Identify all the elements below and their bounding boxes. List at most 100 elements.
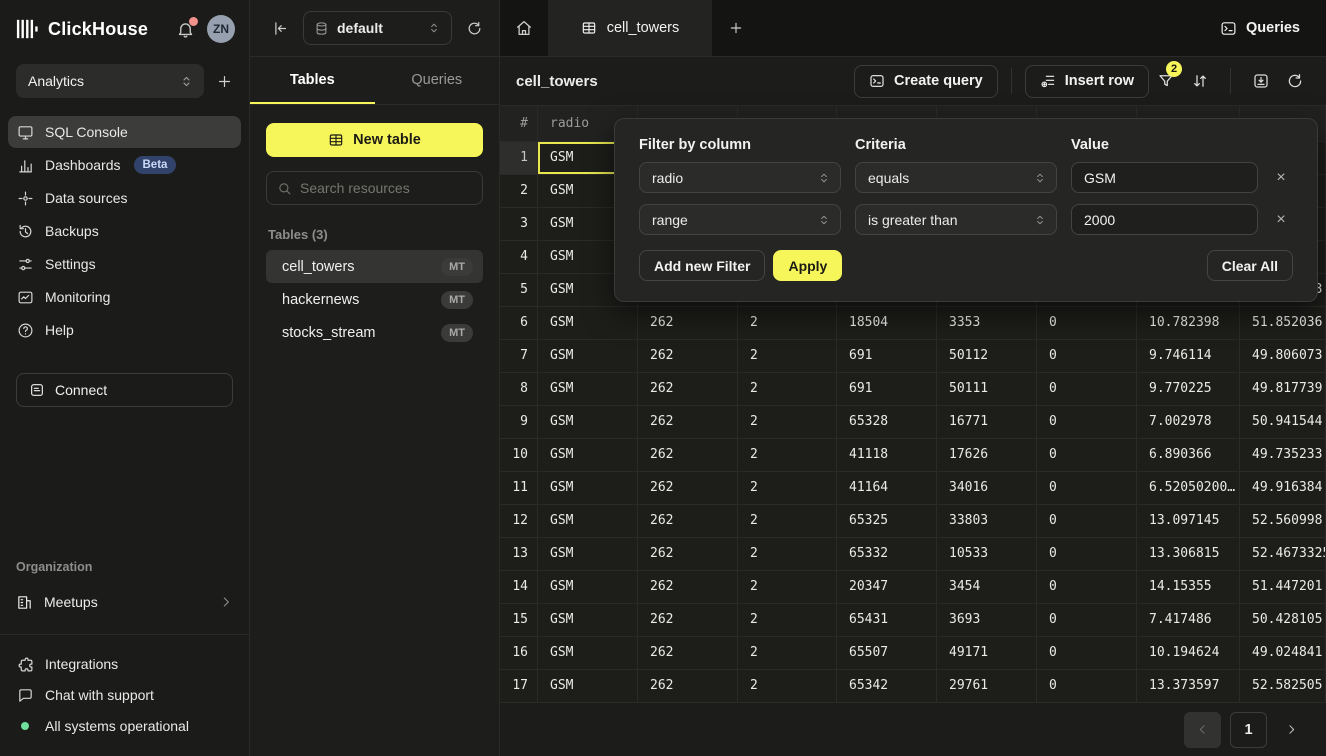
cell[interactable]: 34016 [937, 472, 1037, 505]
sidebar-item-chat-support[interactable]: Chat with support [16, 680, 233, 710]
sidebar-item-dashboards[interactable]: Dashboards Beta [8, 149, 241, 181]
cell[interactable]: 29761 [937, 670, 1037, 702]
cell[interactable]: 0 [1037, 505, 1137, 538]
table-list-item[interactable]: hackernews MT [266, 283, 483, 316]
cell[interactable]: 0 [1037, 571, 1137, 604]
add-filter-button[interactable]: Add new Filter [639, 250, 765, 281]
cell[interactable]: 3693 [937, 604, 1037, 637]
cell[interactable]: 65325 [837, 505, 937, 538]
cell[interactable]: 50.428105 [1240, 604, 1326, 637]
cell[interactable]: 18504 [837, 307, 937, 340]
cell[interactable]: 6.890366 [1137, 439, 1240, 472]
cell[interactable]: 2 [738, 571, 837, 604]
cell[interactable]: GSM [538, 340, 638, 373]
cell[interactable]: GSM [538, 637, 638, 670]
cell[interactable]: 2 [738, 670, 837, 702]
cell[interactable]: 2 [738, 604, 837, 637]
cell[interactable]: 262 [638, 538, 738, 571]
cell[interactable]: 49171 [937, 637, 1037, 670]
cell[interactable]: 33803 [937, 505, 1037, 538]
table-list-item[interactable]: cell_towers MT [266, 250, 483, 283]
sidebar-item-integrations[interactable]: Integrations [16, 649, 233, 679]
cell[interactable]: 9.770225 [1137, 373, 1240, 406]
home-button[interactable] [500, 0, 548, 56]
cell[interactable]: 7.002978 [1137, 406, 1240, 439]
cell[interactable]: GSM [538, 472, 638, 505]
cell[interactable]: 20347 [837, 571, 937, 604]
cell[interactable]: 262 [638, 340, 738, 373]
cell[interactable]: 13.373597 [1137, 670, 1240, 702]
add-workspace-button[interactable] [216, 73, 233, 90]
tab-tables[interactable]: Tables [250, 57, 375, 104]
sidebar-item-sql-console[interactable]: SQL Console [8, 116, 241, 148]
cell[interactable]: 691 [837, 373, 937, 406]
cell[interactable]: 52.582505 [1240, 670, 1326, 702]
cell[interactable]: 41164 [837, 472, 937, 505]
filter-value-input[interactable] [1071, 162, 1258, 193]
new-tab-button[interactable] [712, 0, 760, 56]
cell[interactable]: 691 [837, 340, 937, 373]
cell[interactable]: 10533 [937, 538, 1037, 571]
cell[interactable]: 65328 [837, 406, 937, 439]
cell[interactable]: GSM [538, 505, 638, 538]
cell[interactable]: 65332 [837, 538, 937, 571]
cell[interactable]: 0 [1037, 472, 1137, 505]
cell[interactable]: 6.52050200… [1137, 472, 1240, 505]
new-table-button[interactable]: New table [266, 123, 483, 157]
cell[interactable]: 0 [1037, 538, 1137, 571]
cell[interactable]: 2 [738, 406, 837, 439]
cell[interactable]: 0 [1037, 406, 1137, 439]
next-page-button[interactable] [1276, 712, 1306, 748]
queries-button[interactable]: Queries [1194, 0, 1326, 56]
cell[interactable]: 50112 [937, 340, 1037, 373]
cell[interactable]: 0 [1037, 637, 1137, 670]
cell[interactable]: 65507 [837, 637, 937, 670]
cell[interactable]: 262 [638, 373, 738, 406]
cell[interactable]: 51.447201 [1240, 571, 1326, 604]
remove-filter-button close-icon[interactable]: × [1272, 162, 1290, 193]
cell[interactable]: 2 [738, 373, 837, 406]
sidebar-item-backups[interactable]: Backups [8, 215, 241, 247]
refresh-data-button[interactable] [1278, 65, 1312, 98]
cell[interactable]: 262 [638, 406, 738, 439]
cell[interactable]: 0 [1037, 373, 1137, 406]
sidebar-item-data-sources[interactable]: Data sources [8, 182, 241, 214]
cell[interactable]: 13.097145 [1137, 505, 1240, 538]
cell[interactable]: 52.4673325 [1240, 538, 1326, 571]
cell[interactable]: 10.782398 [1137, 307, 1240, 340]
create-query-button[interactable]: Create query [854, 65, 998, 98]
cell[interactable]: 262 [638, 505, 738, 538]
cell[interactable]: 262 [638, 670, 738, 702]
filter-button[interactable]: 2 [1149, 65, 1183, 98]
filter-criteria-select[interactable]: equals [855, 162, 1057, 193]
database-select[interactable]: default [303, 11, 452, 45]
collapse-panel-icon[interactable] [272, 20, 289, 37]
tab-queries[interactable]: Queries [375, 57, 500, 104]
workspace-select[interactable]: Analytics [16, 64, 204, 98]
cell[interactable]: 16771 [937, 406, 1037, 439]
cell[interactable]: 65342 [837, 670, 937, 702]
cell[interactable]: 52.560998 [1240, 505, 1326, 538]
sidebar-item-help[interactable]: Help [8, 314, 241, 346]
cell[interactable]: 51.852036 [1240, 307, 1326, 340]
cell[interactable]: 3353 [937, 307, 1037, 340]
cell[interactable]: 0 [1037, 340, 1137, 373]
cell[interactable]: GSM [538, 439, 638, 472]
cell[interactable]: 49.024841 [1240, 637, 1326, 670]
search-input[interactable] [300, 180, 481, 196]
tab-cell-towers[interactable]: cell_towers [548, 0, 712, 56]
cell[interactable]: 262 [638, 637, 738, 670]
insert-row-button[interactable]: Insert row [1025, 65, 1149, 98]
cell[interactable]: 2 [738, 637, 837, 670]
cell[interactable]: 0 [1037, 439, 1137, 472]
notifications-button[interactable] [176, 20, 195, 39]
cell[interactable]: 49.916384 [1240, 472, 1326, 505]
cell[interactable]: 262 [638, 307, 738, 340]
cell[interactable]: 14.15355 [1137, 571, 1240, 604]
cell[interactable]: 262 [638, 571, 738, 604]
search-resources[interactable] [266, 171, 483, 205]
cell[interactable]: 262 [638, 439, 738, 472]
sidebar-item-settings[interactable]: Settings [8, 248, 241, 280]
cell[interactable]: 3454 [937, 571, 1037, 604]
remove-filter-button close-icon[interactable]: × [1272, 204, 1290, 235]
